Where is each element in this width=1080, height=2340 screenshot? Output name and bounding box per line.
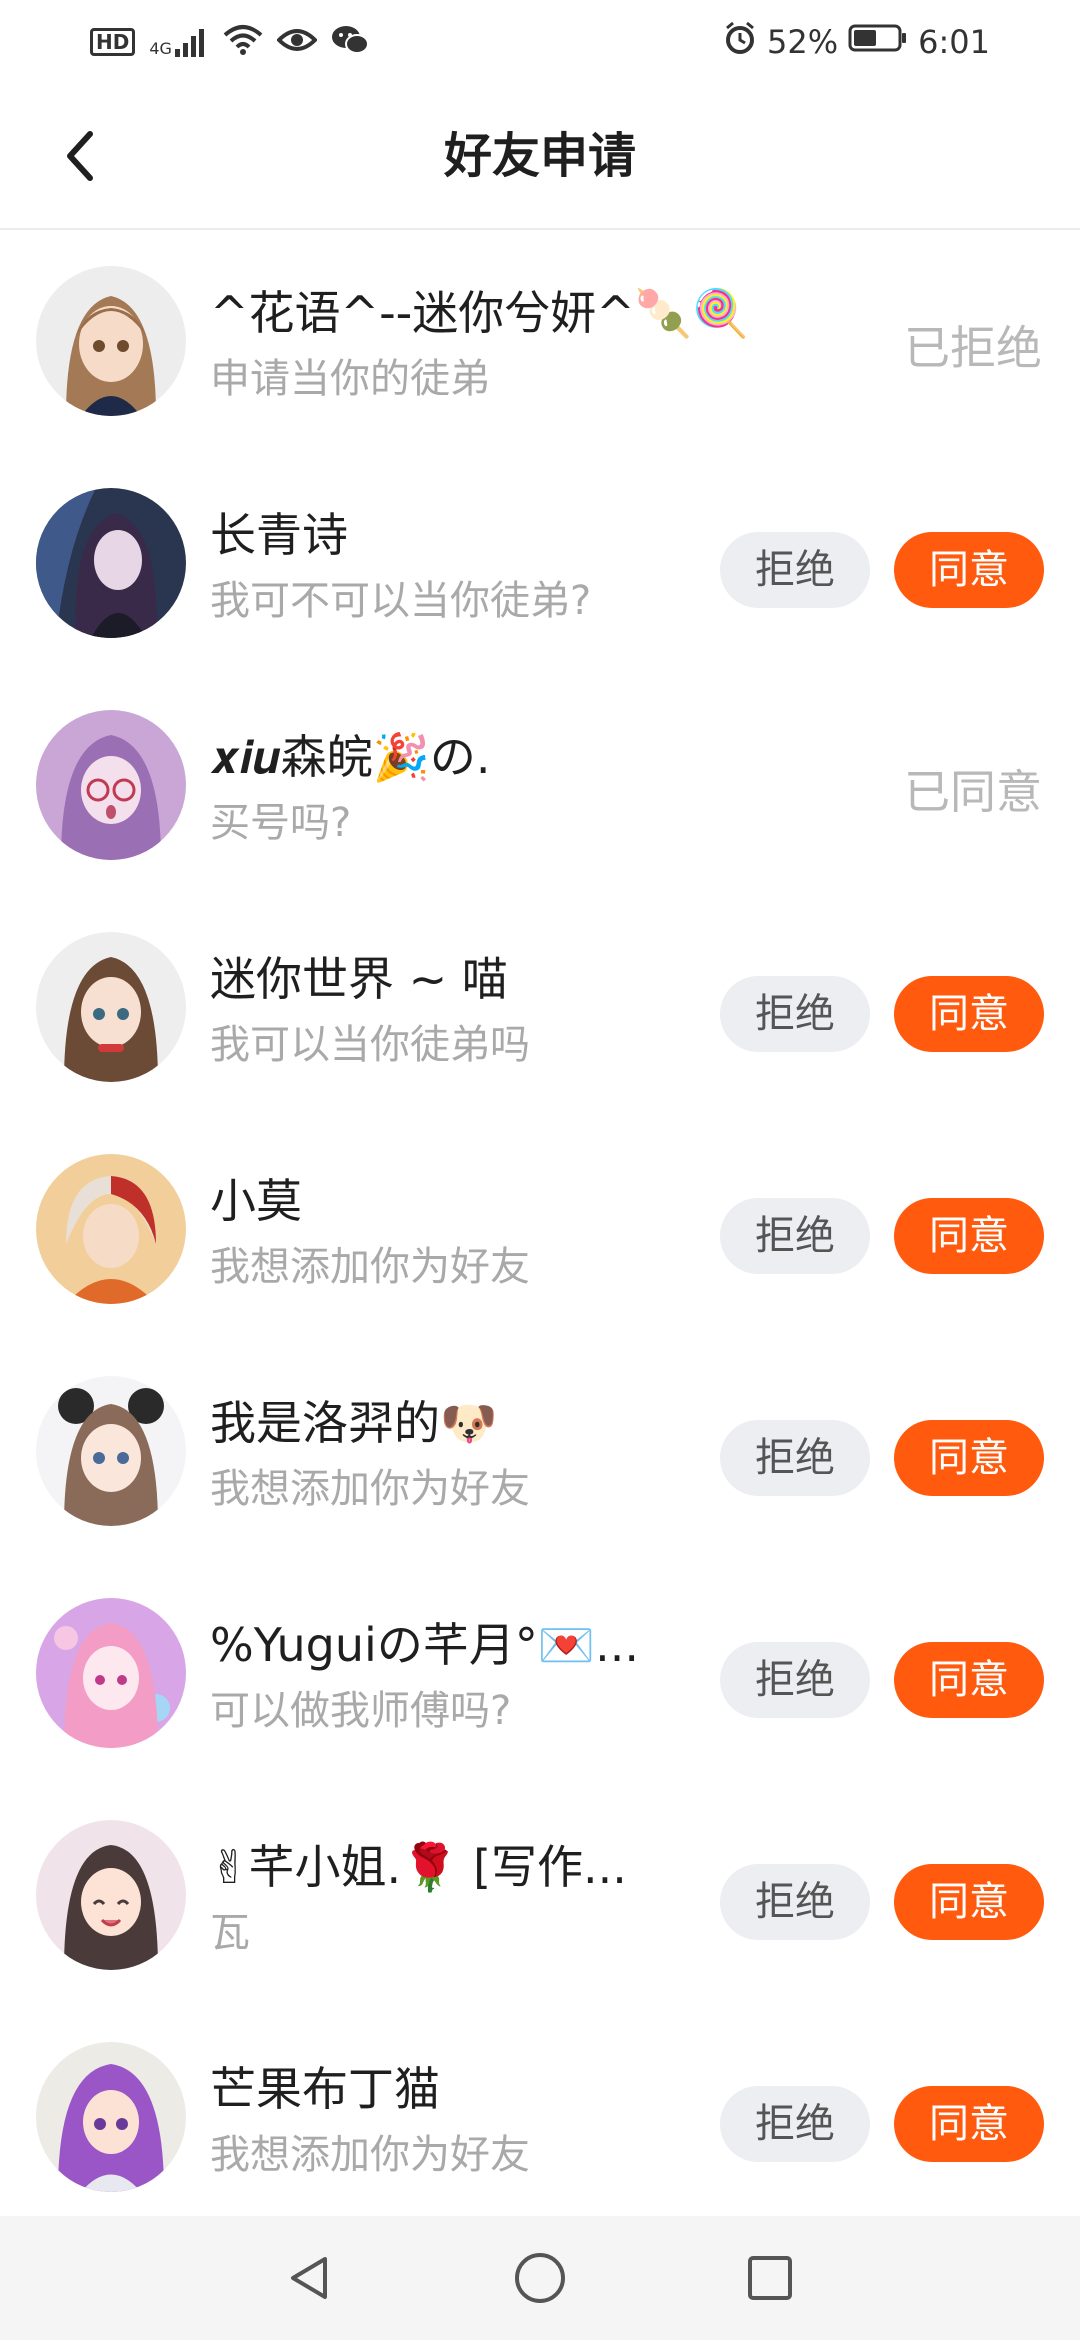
app-header: 好友申请 <box>0 84 1080 230</box>
alarm-icon <box>723 21 757 63</box>
requester-name: %Yuguiの芊月°💌... <box>210 1618 639 1672</box>
reject-button[interactable]: 拒绝 <box>720 1864 870 1940</box>
wechat-icon <box>331 24 369 60</box>
requester-name: 迷你世界 ~ 喵 <box>210 952 508 1006</box>
requester-name: 小莫 <box>210 1174 302 1228</box>
signal-4g-icon: 4G <box>149 27 209 57</box>
request-status: 已拒绝 <box>904 321 1042 375</box>
wifi-icon <box>223 24 263 60</box>
friend-request-row: 长青诗 我可不可以当你徒弟? 拒绝 同意 <box>0 452 1080 674</box>
reject-button[interactable]: 拒绝 <box>720 976 870 1052</box>
status-left-icons: HD 4G <box>90 22 369 62</box>
page-title: 好友申请 <box>443 128 636 184</box>
nav-recents-button[interactable] <box>730 2238 810 2318</box>
status-bar: HD 4G 52% 6:01 <box>0 0 1080 84</box>
request-message: 买号吗? <box>210 800 352 846</box>
status-right-icons: 52% 6:01 <box>723 21 990 63</box>
friend-request-row: 芒果布丁猫 我想添加你为好友 拒绝 同意 <box>0 2006 1080 2228</box>
accept-button[interactable]: 同意 <box>894 1642 1044 1718</box>
nav-home-button[interactable] <box>500 2238 580 2318</box>
reject-button[interactable]: 拒绝 <box>720 2086 870 2162</box>
accept-button[interactable]: 同意 <box>894 976 1044 1052</box>
avatar[interactable] <box>36 1154 186 1304</box>
clock: 6:01 <box>918 23 990 61</box>
avatar[interactable] <box>36 266 186 416</box>
friend-request-row: 我是洛羿的🐶 我想添加你为好友 拒绝 同意 <box>0 1340 1080 1562</box>
accept-button[interactable]: 同意 <box>894 1864 1044 1940</box>
reject-button[interactable]: 拒绝 <box>720 1198 870 1274</box>
avatar[interactable] <box>36 1820 186 1970</box>
avatar[interactable] <box>36 1598 186 1748</box>
battery-percent: 52% <box>767 23 839 61</box>
accept-button[interactable]: 同意 <box>894 2086 1044 2162</box>
request-message: 瓦 <box>210 1910 250 1956</box>
accept-button[interactable]: 同意 <box>894 532 1044 608</box>
requester-name: 𝒙𝒊𝒖森皖🎉の. <box>210 730 491 784</box>
request-message: 我想添加你为好友 <box>210 1466 530 1512</box>
reject-button[interactable]: 拒绝 <box>720 1420 870 1496</box>
friend-request-list: ^花语^--迷你兮妍^🍡🍭 申请当你的徒弟 已拒绝 长青诗 我可不可以当你徒弟?… <box>0 230 1080 2228</box>
accept-button[interactable]: 同意 <box>894 1198 1044 1274</box>
accept-button[interactable]: 同意 <box>894 1420 1044 1496</box>
requester-name: ^花语^--迷你兮妍^🍡🍭 <box>210 286 750 340</box>
request-status: 已同意 <box>904 765 1042 819</box>
avatar[interactable] <box>36 932 186 1082</box>
reject-button[interactable]: 拒绝 <box>720 1642 870 1718</box>
requester-name: 芒果布丁猫 <box>210 2062 440 2116</box>
friend-request-row: %Yuguiの芊月°💌... 可以做我师傅吗? 拒绝 同意 <box>0 1562 1080 1784</box>
hd-icon: HD <box>90 28 136 56</box>
nav-back-button[interactable] <box>270 2238 350 2318</box>
nav-home-icon <box>515 2253 565 2303</box>
requester-name: ✌芊小姐.🌹 [写作... <box>210 1840 627 1894</box>
friend-request-row: ✌芊小姐.🌹 [写作... 瓦 拒绝 同意 <box>0 1784 1080 2006</box>
avatar[interactable] <box>36 488 186 638</box>
nav-back-icon <box>291 2257 327 2299</box>
friend-request-row: ^花语^--迷你兮妍^🍡🍭 申请当你的徒弟 已拒绝 <box>0 230 1080 452</box>
requester-name: 我是洛羿的🐶 <box>210 1396 498 1450</box>
eye-icon <box>276 26 318 58</box>
avatar[interactable] <box>36 710 186 860</box>
reject-button[interactable]: 拒绝 <box>720 532 870 608</box>
avatar[interactable] <box>36 2042 186 2192</box>
request-message: 我想添加你为好友 <box>210 1244 530 1290</box>
request-message: 我想添加你为好友 <box>210 2132 530 2178</box>
friend-request-row: 迷你世界 ~ 喵 我可以当你徒弟吗 拒绝 同意 <box>0 896 1080 1118</box>
friend-request-row: 小莫 我想添加你为好友 拒绝 同意 <box>0 1118 1080 1340</box>
friend-request-row: 𝒙𝒊𝒖森皖🎉の. 买号吗? 已同意 <box>0 674 1080 896</box>
system-nav-bar <box>0 2216 1080 2340</box>
nav-recents-icon <box>748 2256 792 2300</box>
request-message: 申请当你的徒弟 <box>210 356 490 402</box>
request-message: 可以做我师傅吗? <box>210 1688 512 1734</box>
avatar[interactable] <box>36 1376 186 1526</box>
battery-icon <box>848 23 908 61</box>
requester-name: 长青诗 <box>210 508 348 562</box>
request-message: 我可以当你徒弟吗 <box>210 1022 530 1068</box>
request-message: 我可不可以当你徒弟? <box>210 578 592 624</box>
network-type-label: 4G <box>149 39 172 58</box>
